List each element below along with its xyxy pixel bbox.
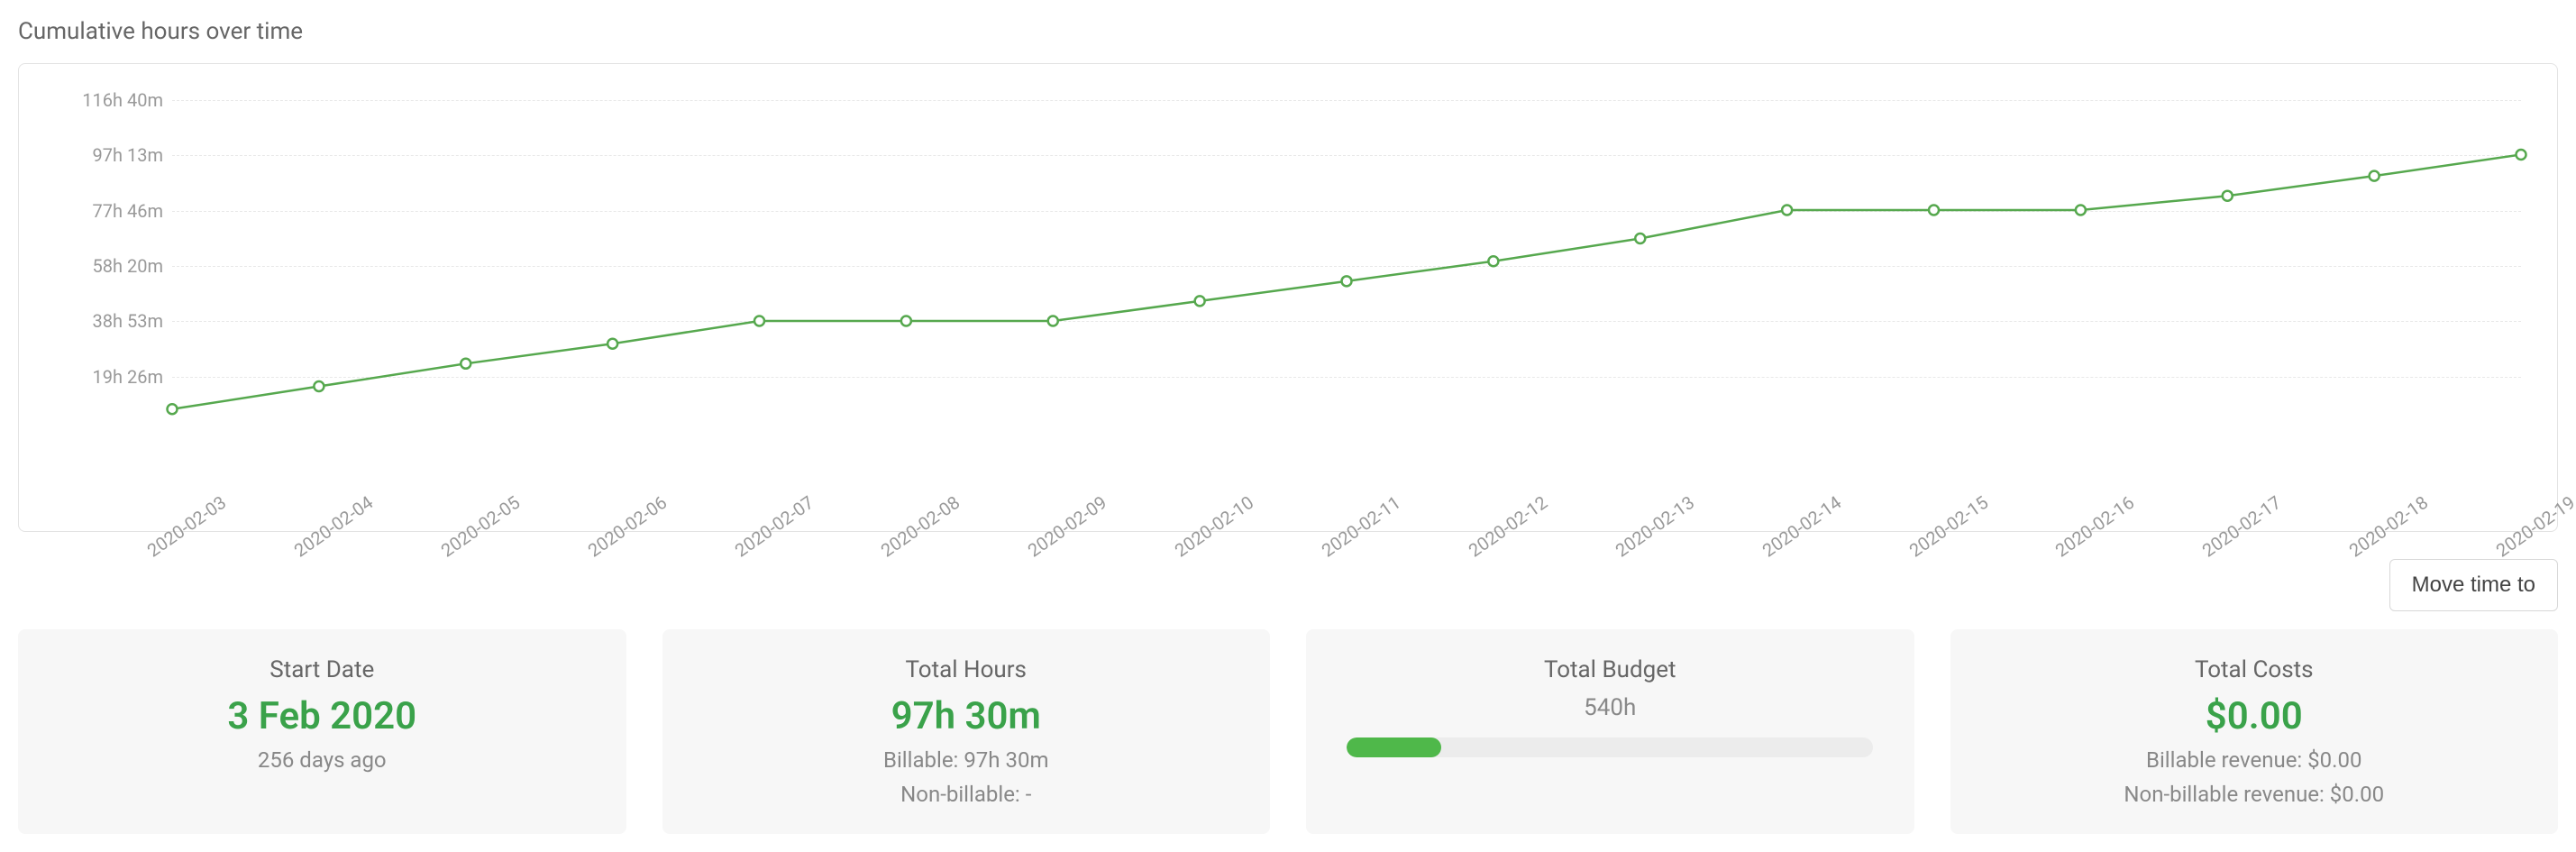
total-hours-value: 97h 30m	[681, 694, 1253, 738]
chart-data-point[interactable]	[1929, 205, 1939, 215]
chart-x-tick-label: 2020-02-10	[1171, 491, 1257, 562]
total-hours-nonbillable: Non-billable: -	[681, 782, 1253, 807]
move-time-to-button[interactable]: Move time to	[2389, 559, 2558, 611]
chart-x-tick-label: 2020-02-03	[143, 491, 230, 562]
chart-x-tick-label: 2020-02-16	[2051, 491, 2138, 562]
total-budget-label: Total Budget	[1324, 656, 1896, 683]
start-date-card: Start Date 3 Feb 2020 256 days ago	[18, 629, 626, 834]
total-costs-billable: Billable revenue: $0.00	[1969, 747, 2541, 773]
chart-data-point[interactable]	[607, 339, 617, 349]
start-date-label: Start Date	[36, 656, 608, 683]
budget-progress-fill	[1347, 737, 1441, 757]
chart-y-tick-label: 116h 40m	[82, 89, 163, 111]
chart-y-tick-label: 58h 20m	[93, 255, 163, 277]
chart-card: 19h 26m 38h 53m 58h 20m 77h 46m 97h 13m 116h …	[18, 63, 2558, 532]
budget-progress-bar	[1347, 737, 1873, 757]
chart-data-point[interactable]	[2223, 191, 2233, 201]
actions-row: Move time to	[18, 559, 2558, 611]
chart-data-point[interactable]	[1488, 256, 1498, 266]
chart-x-tick-label: 2020-02-09	[1024, 491, 1110, 562]
chart-data-point[interactable]	[1048, 316, 1058, 325]
chart-title: Cumulative hours over time	[18, 18, 2558, 45]
chart-y-tick-label: 38h 53m	[93, 310, 163, 332]
chart-x-tick-label: 2020-02-13	[1612, 491, 1698, 562]
total-costs-value: $0.00	[1969, 694, 2541, 738]
chart-data-point[interactable]	[1782, 205, 1792, 215]
chart-x-tick-label: 2020-02-04	[290, 491, 377, 562]
chart-data-point[interactable]	[1342, 276, 1352, 286]
chart-data-point[interactable]	[2370, 171, 2380, 181]
chart-data-point[interactable]	[754, 316, 764, 325]
chart-data-point[interactable]	[1635, 234, 1645, 243]
chart-x-tick-label: 2020-02-11	[1318, 491, 1404, 562]
start-date-sub: 256 days ago	[36, 747, 608, 773]
total-budget-card: Total Budget 540h	[1306, 629, 1914, 834]
chart-x-tick-label: 2020-02-12	[1465, 491, 1551, 562]
chart-data-point[interactable]	[168, 404, 178, 414]
total-costs-label: Total Costs	[1969, 656, 2541, 683]
total-costs-card: Total Costs $0.00 Billable revenue: $0.0…	[1950, 629, 2559, 834]
chart-data-point[interactable]	[314, 381, 324, 391]
chart-x-tick-label: 2020-02-15	[1905, 491, 1991, 562]
chart-data-point[interactable]	[461, 359, 470, 369]
chart-x-tick-label: 2020-02-19	[2492, 491, 2576, 562]
chart-y-tick-label: 77h 46m	[93, 200, 163, 222]
chart-x-tick-label: 2020-02-06	[583, 491, 670, 562]
chart-data-point[interactable]	[901, 316, 911, 325]
chart-data-point[interactable]	[2076, 205, 2086, 215]
chart-y-tick-label: 97h 13m	[93, 144, 163, 166]
chart-x-tick-label: 2020-02-14	[1758, 491, 1844, 562]
total-hours-billable: Billable: 97h 30m	[681, 747, 1253, 773]
chart-y-tick-label: 19h 26m	[93, 366, 163, 388]
chart-x-tick-label: 2020-02-17	[2198, 491, 2285, 562]
chart-svg	[172, 91, 2521, 441]
total-hours-card: Total Hours 97h 30m Billable: 97h 30m No…	[662, 629, 1271, 834]
chart-data-point[interactable]	[2517, 150, 2526, 160]
start-date-value: 3 Feb 2020	[36, 694, 608, 738]
chart-x-tick-label: 2020-02-08	[877, 491, 964, 562]
total-costs-nonbillable: Non-billable revenue: $0.00	[1969, 782, 2541, 807]
stat-cards-row: Start Date 3 Feb 2020 256 days ago Total…	[18, 629, 2558, 834]
chart-x-tick-label: 2020-02-07	[730, 491, 817, 562]
total-budget-value: 540h	[1324, 694, 1896, 721]
total-hours-label: Total Hours	[681, 656, 1253, 683]
chart-x-tick-label: 2020-02-18	[2345, 491, 2432, 562]
chart-x-tick-label: 2020-02-05	[437, 491, 524, 562]
chart-data-point[interactable]	[1195, 296, 1205, 306]
